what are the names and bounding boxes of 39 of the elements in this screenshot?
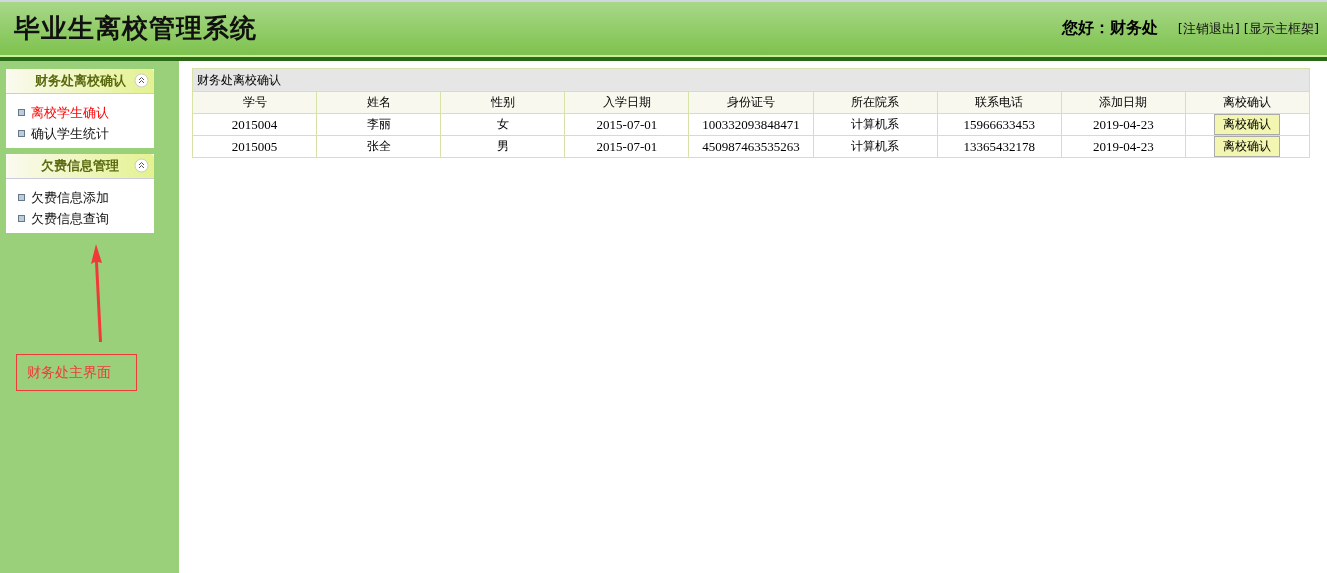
panel-title: 欠费信息管理 [41,157,119,175]
annotation-label: 财务处主界面 [16,354,137,391]
table-cell: 2019-04-23 [1061,113,1186,136]
header-link[interactable]: [注销退出] [1177,19,1240,38]
table-title: 财务处离校确认 [192,68,1310,92]
table-cell: 2015005 [192,135,317,158]
table-cell: 2015-07-01 [564,135,689,158]
table-cell: 13365432178 [937,135,1062,158]
panel-title: 财务处离校确认 [34,72,126,90]
bullet-icon [18,109,25,116]
table-cell: 450987463535263 [688,135,814,158]
table-cell: 女 [440,113,565,136]
confirm-button[interactable]: 离校确认 [1214,114,1281,135]
header-link[interactable]: [显示主框架] [1243,19,1319,38]
collapse-icon[interactable] [134,158,149,173]
table-cell: 张全 [316,135,441,158]
nav-link[interactable]: 欠费信息查询 [31,209,109,228]
collapse-icon[interactable] [134,73,149,88]
table-cell: 2015004 [192,113,317,136]
table-cell: 2019-04-23 [1061,135,1186,158]
panel-header[interactable]: 财务处离校确认 [6,69,154,94]
app-title: 毕业生离校管理系统 [14,13,257,45]
nav-link[interactable]: 确认学生统计 [31,124,109,143]
bullet-icon [18,215,25,222]
nav-link[interactable]: 欠费信息添加 [31,188,109,207]
table-cell: 2015-07-01 [564,113,689,136]
table-cell: 15966633453 [937,113,1062,136]
table-cell: 李丽 [316,113,441,136]
table-cell: 计算机系 [813,113,938,136]
table-cell: 计算机系 [813,135,938,158]
bullet-icon [18,130,25,137]
bullet-icon [18,194,25,201]
table-cell: 100332093848471 [688,113,814,136]
greeting: 您好：财务处 [1061,18,1158,39]
table-cell: 男 [440,135,565,158]
nav-link[interactable]: 离校学生确认 [31,103,109,122]
confirm-button[interactable]: 离校确认 [1214,136,1281,157]
panel-header[interactable]: 欠费信息管理 [6,154,154,179]
column-header: 学号 [192,91,317,114]
